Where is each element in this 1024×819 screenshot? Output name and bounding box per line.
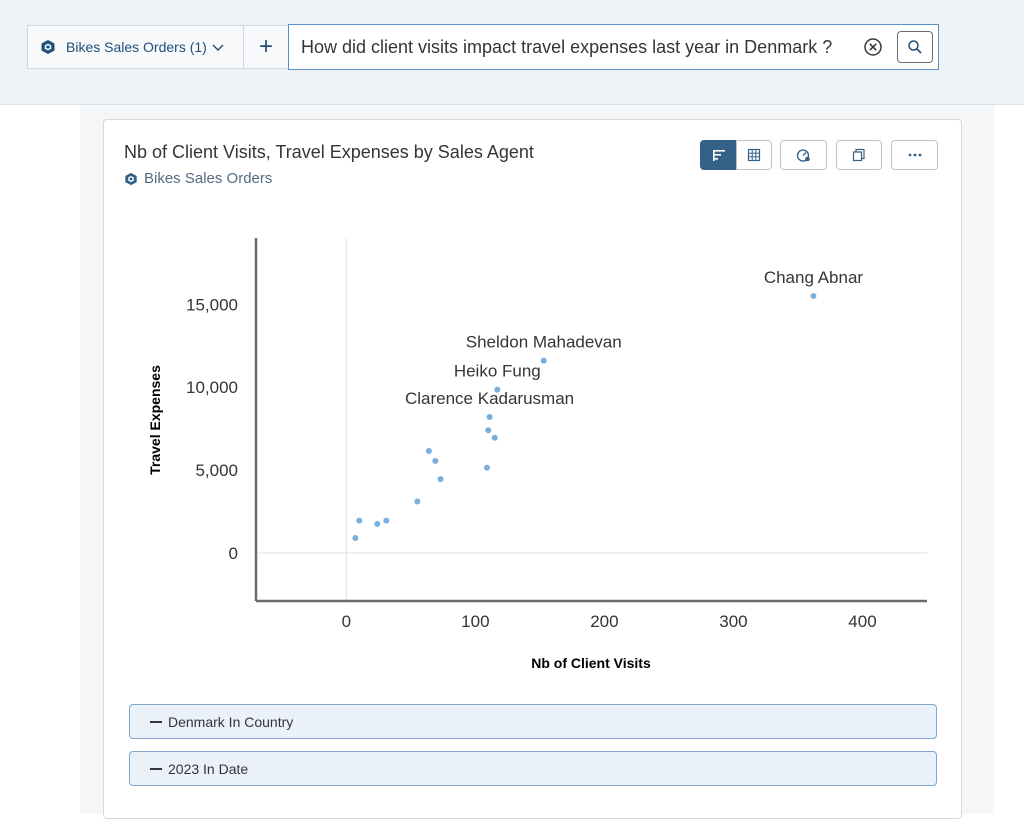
minus-icon	[150, 767, 162, 770]
point-label: Chang Abnar	[764, 268, 864, 287]
y-tick-label: 5,000	[195, 461, 238, 480]
scatter-point[interactable]	[383, 517, 390, 524]
scatter-point[interactable]	[356, 517, 363, 524]
search-button[interactable]	[897, 31, 933, 63]
minus-icon	[150, 720, 162, 723]
left-margin	[0, 105, 80, 814]
clear-icon[interactable]	[863, 37, 883, 57]
filter-country[interactable]: Denmark In Country	[129, 704, 937, 739]
scatter-point[interactable]	[491, 434, 498, 441]
scatter-point[interactable]	[486, 414, 493, 421]
scatter-point[interactable]	[437, 476, 444, 483]
y-axis-label: Travel Expenses	[147, 365, 163, 475]
point-label: Clarence Kadarusman	[405, 389, 574, 408]
y-tick-label: 0	[229, 544, 238, 563]
top-bar: Bikes Sales Orders (1) +	[0, 0, 1024, 105]
x-tick-label: 100	[461, 612, 489, 631]
x-tick-label: 400	[848, 612, 876, 631]
scatter-point[interactable]	[540, 357, 547, 364]
y-tick-label: 10,000	[186, 378, 238, 397]
search-input[interactable]	[289, 25, 849, 69]
scatter-chart: 0 100 200 300 400 0 5,000 10,000 15,000 Clarence…	[147, 238, 927, 671]
filter-date[interactable]: 2023 In Date	[129, 751, 937, 786]
scatter-point[interactable]	[432, 457, 439, 464]
model-selector[interactable]: Bikes Sales Orders (1)	[27, 25, 244, 69]
scatter-point[interactable]	[810, 293, 817, 300]
x-tick-label: 0	[342, 612, 351, 631]
model-selector-label: Bikes Sales Orders (1)	[66, 39, 207, 55]
chevron-down-icon	[212, 44, 224, 51]
right-margin	[994, 105, 1024, 814]
add-model-button[interactable]: +	[244, 25, 289, 69]
cube-icon	[41, 40, 55, 54]
scatter-point[interactable]	[374, 520, 381, 527]
scatter-point[interactable]	[485, 427, 492, 434]
scatter-point[interactable]	[352, 535, 359, 542]
scatter-point[interactable]	[483, 464, 490, 471]
point-label: Heiko Fung	[454, 362, 541, 381]
x-axis-label: Nb of Client Visits	[531, 655, 651, 671]
search-icon	[908, 40, 922, 54]
scatter-point[interactable]	[414, 498, 421, 505]
chart-card: Nb of Client Visits, Travel Expenses by …	[103, 119, 962, 819]
filter-country-label: Denmark In Country	[168, 713, 294, 730]
filter-date-label: 2023 In Date	[168, 760, 249, 777]
x-tick-label: 300	[719, 612, 747, 631]
add-label: +	[258, 33, 273, 60]
x-tick-label: 200	[590, 612, 618, 631]
search-box	[288, 24, 939, 70]
y-tick-label: 15,000	[186, 295, 238, 314]
point-label: Sheldon Mahadevan	[466, 333, 622, 352]
scatter-point[interactable]	[425, 447, 432, 454]
